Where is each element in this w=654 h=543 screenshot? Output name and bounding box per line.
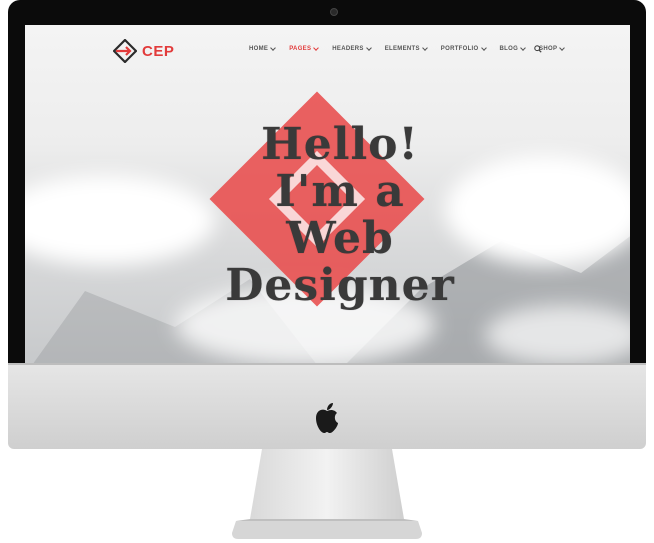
chevron-down-icon: [520, 45, 526, 51]
menu-item-home[interactable]: HOME: [249, 45, 277, 52]
logo-mark-icon: [113, 39, 137, 63]
menu-item-label: HOME: [249, 46, 269, 52]
menu-item-label: PORTFOLIO: [440, 46, 479, 52]
hero-line: I'm a: [275, 166, 405, 217]
chevron-down-icon: [270, 45, 277, 51]
chevron-down-icon: [480, 45, 487, 51]
brand-name: CEP: [142, 42, 175, 60]
menu-item-headers[interactable]: HEADERS: [332, 45, 372, 52]
brand-logo[interactable]: CEP: [113, 39, 174, 63]
hero-heading: Hello! I'm a Web Designer: [175, 121, 505, 309]
menu-item-label: BLOG: [499, 46, 519, 52]
menu-item-portfolio[interactable]: PORTFOLIO: [440, 45, 487, 52]
monitor-chin-edge: [8, 363, 646, 365]
top-navigation: CEP HOME PAGES HEADERS ELEMENTS PORTFOLI…: [25, 25, 630, 77]
hero-line: Hello!: [261, 119, 419, 170]
menu-item-shop[interactable]: SHOP: [539, 45, 566, 52]
menu-item-blog[interactable]: BLOG: [499, 45, 526, 52]
menu-item-label: ELEMENTS: [384, 46, 420, 52]
hero-line: Web: [286, 213, 394, 264]
website-screen: CEP HOME PAGES HEADERS ELEMENTS PORTFOLI…: [25, 25, 630, 363]
menu-item-label: PAGES: [289, 46, 312, 52]
hero-line: Designer: [225, 260, 455, 311]
camera-icon: [330, 8, 338, 16]
chevron-down-icon: [313, 45, 320, 51]
cloud: [485, 305, 630, 363]
search-icon[interactable]: [534, 45, 542, 53]
chevron-down-icon: [421, 45, 428, 51]
menu-item-label: HEADERS: [332, 46, 364, 52]
main-menu: HOME PAGES HEADERS ELEMENTS PORTFOLIO BL…: [249, 45, 566, 52]
apple-logo-icon: [316, 403, 338, 433]
chevron-down-icon: [365, 45, 372, 51]
chevron-down-icon: [559, 45, 566, 51]
menu-item-elements[interactable]: ELEMENTS: [384, 45, 428, 52]
menu-item-pages[interactable]: PAGES: [289, 45, 320, 52]
monitor-stand: [232, 449, 422, 539]
